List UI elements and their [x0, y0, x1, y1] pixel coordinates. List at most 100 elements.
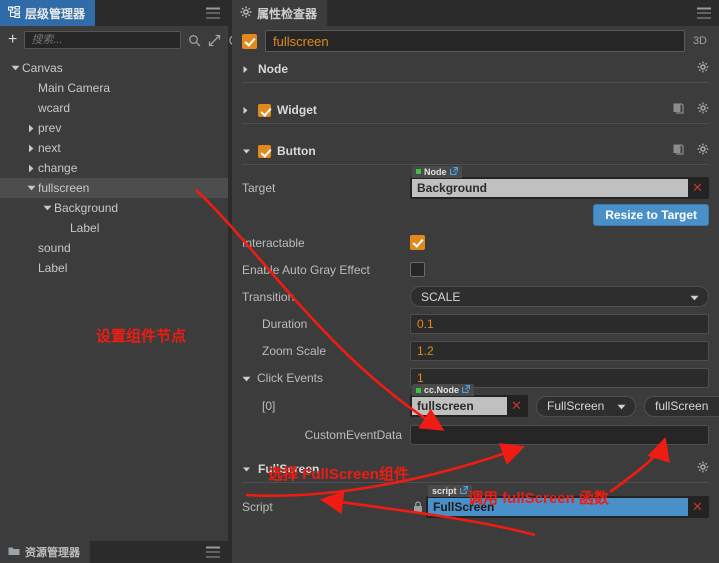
- prop-row-script: Script script FullScreen ✕: [232, 484, 719, 520]
- transition-dropdown[interactable]: SCALE: [410, 286, 709, 307]
- hierarchy-tabbar: 层级管理器: [0, 0, 228, 26]
- external-link-icon[interactable]: [462, 385, 470, 395]
- chevron-down-icon[interactable]: [40, 205, 54, 211]
- resize-to-target-button[interactable]: Resize to Target: [593, 204, 709, 226]
- section-header-node[interactable]: Node: [232, 56, 719, 82]
- chevron-right-icon[interactable]: [24, 164, 38, 173]
- custom-event-data-field[interactable]: [410, 424, 709, 445]
- tree-item-change[interactable]: change: [0, 158, 228, 178]
- target-value[interactable]: Background: [412, 178, 688, 197]
- search-icon[interactable]: [188, 34, 201, 47]
- node-enabled-checkbox[interactable]: [242, 33, 257, 49]
- tree-item-canvas[interactable]: Canvas: [0, 58, 228, 78]
- label-click-events-group[interactable]: Click Events: [242, 371, 410, 385]
- section-icons-fullscreen: [697, 460, 709, 478]
- widget-enabled-checkbox[interactable]: [258, 103, 271, 117]
- add-node-button[interactable]: +: [8, 32, 17, 48]
- node-name-field[interactable]: fullscreen: [265, 30, 685, 52]
- gear-icon[interactable]: [697, 60, 709, 78]
- scene-tree[interactable]: Canvas Main Camera wcard prev next change full…: [0, 54, 228, 541]
- tree-item-prev[interactable]: prev: [0, 118, 228, 138]
- script-clear-button[interactable]: ✕: [688, 498, 707, 516]
- external-link-icon[interactable]: [459, 485, 468, 496]
- prop-row-duration: Duration 0.1: [232, 310, 719, 337]
- expand-icon[interactable]: [208, 34, 221, 47]
- tree-item-background[interactable]: Background: [0, 198, 228, 218]
- node-name-row: fullscreen 3D: [232, 26, 719, 56]
- zoom-scale-field[interactable]: 1.2: [410, 340, 709, 361]
- node-type-dot-icon: [416, 387, 421, 393]
- tree-item-label: next: [38, 141, 61, 155]
- tab-inspector-label: 属性检查器: [257, 6, 318, 21]
- event-node-value[interactable]: fullscreen: [412, 397, 507, 415]
- tree-item-next[interactable]: next: [0, 138, 228, 158]
- asset-manager-tabbar: 资源管理器: [0, 541, 228, 563]
- hierarchy-menu-button[interactable]: [206, 7, 220, 19]
- inspector-content: fullscreen 3D Node Widget Button Target …: [232, 26, 719, 563]
- tree-item-label: prev: [38, 121, 62, 135]
- help-icon[interactable]: [672, 101, 685, 119]
- tab-inspector[interactable]: 属性检查器: [232, 0, 328, 26]
- chevron-down-icon[interactable]: [8, 65, 22, 71]
- tab-asset-manager[interactable]: 资源管理器: [0, 541, 90, 563]
- tree-item-main-camera[interactable]: Main Camera: [0, 78, 228, 98]
- tree-item-fullscreen[interactable]: fullscreen: [0, 178, 228, 198]
- event-node-clear-button[interactable]: ✕: [507, 397, 526, 415]
- tree-item-wcard[interactable]: wcard: [0, 98, 228, 118]
- section-title-button: Button: [277, 144, 316, 158]
- search-input[interactable]: [24, 31, 182, 49]
- divider: [242, 482, 709, 483]
- help-icon[interactable]: [672, 142, 685, 160]
- target-object-field[interactable]: Node Background ✕: [410, 165, 709, 199]
- tree-item-label: Main Camera: [38, 81, 111, 95]
- section-header-fullscreen[interactable]: FullScreen: [232, 456, 719, 482]
- gear-icon[interactable]: [697, 460, 709, 478]
- inspector-panel: 属性检查器 fullscreen 3D Node Widget Button T…: [232, 0, 719, 563]
- label-interactable: Interactable: [242, 235, 305, 250]
- label-transition: Transition: [242, 289, 295, 304]
- auto-gray-checkbox[interactable]: [410, 262, 425, 277]
- gear-icon[interactable]: [697, 142, 709, 160]
- tab-hierarchy[interactable]: 层级管理器: [0, 0, 96, 26]
- inspector-menu-button[interactable]: [697, 7, 711, 19]
- asset-manager-menu-button[interactable]: [206, 546, 220, 558]
- interactable-checkbox[interactable]: [410, 235, 425, 250]
- tree-item-label: wcard: [38, 101, 71, 115]
- tree-item-label[interactable]: Label: [0, 218, 228, 238]
- script-type-label: script: [432, 485, 457, 496]
- chevron-down-icon: [242, 371, 251, 385]
- tab-hierarchy-label: 层级管理器: [25, 6, 86, 21]
- prop-row-click-events: Click Events 1: [232, 364, 719, 391]
- gear-icon[interactable]: [697, 101, 709, 119]
- three-d-toggle[interactable]: 3D: [693, 35, 711, 47]
- chevron-down-icon[interactable]: [24, 185, 38, 191]
- label-auto-gray: Enable Auto Gray Effect: [242, 262, 370, 277]
- tree-item-sound[interactable]: sound: [0, 238, 228, 258]
- event-component-value: FullScreen: [547, 399, 605, 413]
- chevron-right-icon: [242, 65, 252, 74]
- event-handler-dropdown[interactable]: fullScreen: [644, 395, 719, 417]
- button-enabled-checkbox[interactable]: [258, 144, 271, 158]
- label-event-index: [0]: [262, 399, 276, 413]
- target-type-tag: Node: [412, 165, 462, 178]
- section-header-widget[interactable]: Widget: [232, 97, 719, 123]
- chevron-right-icon[interactable]: [24, 124, 38, 133]
- duration-field[interactable]: 0.1: [410, 313, 709, 334]
- chevron-right-icon[interactable]: [24, 144, 38, 153]
- tree-item-label[interactable]: Label: [0, 258, 228, 278]
- tree-item-label: Label: [38, 261, 68, 275]
- prop-row-transition: Transition SCALE: [232, 283, 719, 310]
- event-component-dropdown[interactable]: FullScreen: [536, 395, 636, 417]
- inspector-tabbar: 属性检查器: [232, 0, 719, 26]
- script-value[interactable]: FullScreen: [428, 497, 688, 516]
- script-object-field[interactable]: script FullScreen ✕: [426, 484, 709, 518]
- section-title-fullscreen: FullScreen: [258, 462, 320, 476]
- prop-row-auto-gray: Enable Auto Gray Effect: [232, 256, 719, 283]
- tree-item-label: Background: [54, 201, 119, 215]
- label-custom-event-data: CustomEventData: [304, 427, 402, 442]
- event-node-field[interactable]: cc.Node fullscreen ✕: [410, 384, 528, 417]
- target-clear-button[interactable]: ✕: [688, 179, 707, 197]
- divider: [242, 82, 709, 83]
- section-header-button[interactable]: Button: [232, 138, 719, 164]
- external-link-icon[interactable]: [449, 166, 458, 177]
